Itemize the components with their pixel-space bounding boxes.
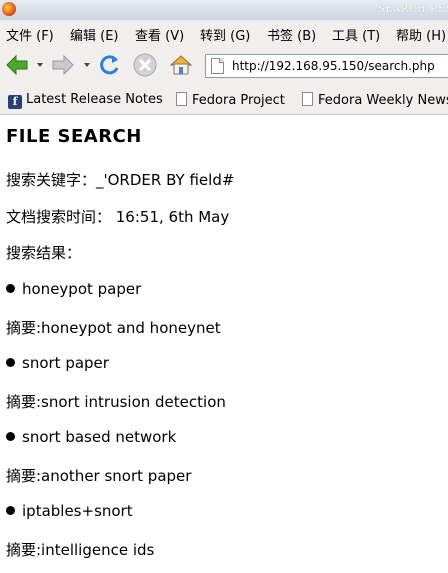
result-summary: 摘要:intelligence ids: [6, 541, 155, 559]
bookmark-label: Latest Release Notes: [26, 92, 163, 107]
menu-view[interactable]: 查看 (V): [135, 25, 184, 44]
bullet-icon: [6, 284, 15, 293]
url-bar[interactable]: http://192.168.95.150/search.php: [205, 54, 448, 78]
page-icon: [211, 58, 224, 74]
bullet-icon: [6, 358, 15, 367]
result-title: snort based network: [6, 428, 176, 446]
result-summary: 摘要:another snort paper: [6, 467, 192, 485]
result-title: honeypot paper: [6, 280, 141, 298]
back-dropdown-icon[interactable]: [37, 63, 43, 67]
window-title: SEARCH RES: [378, 4, 448, 15]
menu-bookmarks[interactable]: 书签 (B): [267, 25, 316, 44]
bookmark-label: Fedora Weekly News: [318, 93, 448, 108]
bookmarks-toolbar: f Latest Release Notes Fedora Project Fed…: [0, 86, 448, 115]
reload-icon[interactable]: [96, 52, 122, 78]
home-icon[interactable]: [168, 52, 194, 78]
bullet-icon: [6, 506, 15, 515]
results-label: 搜索结果：: [6, 244, 82, 262]
menu-tools[interactable]: 工具 (T): [332, 25, 380, 44]
bookmark-fedora-project[interactable]: Fedora Project: [176, 92, 285, 108]
menu-file[interactable]: 文件 (F): [6, 25, 54, 44]
menu-bar: 文件 (F) 编辑 (E) 查看 (V) 转到 (G) 书签 (B) 工具 (T…: [0, 20, 448, 46]
search-keyword-line: 搜索关键字：_'ORDER BY field#: [6, 171, 235, 189]
result-title: iptables+snort: [6, 502, 133, 520]
bookmark-label: Fedora Project: [192, 93, 285, 108]
page-icon: [176, 92, 187, 106]
title-bar: SEARCH RES: [0, 0, 448, 21]
result-summary: 摘要:snort intrusion detection: [6, 393, 226, 411]
menu-edit[interactable]: 编辑 (E): [70, 25, 119, 44]
firefox-icon: [2, 2, 16, 16]
menu-go[interactable]: 转到 (G): [200, 25, 250, 44]
search-time-line: 文档搜索时间： 16:51, 6th May: [6, 208, 230, 226]
page-heading: FILE SEARCH: [6, 126, 142, 147]
forward-arrow-icon[interactable]: [50, 52, 76, 78]
bookmark-fedora-weekly-news[interactable]: Fedora Weekly News: [302, 92, 448, 108]
forward-dropdown-icon[interactable]: [84, 63, 90, 67]
stop-icon[interactable]: [132, 52, 158, 78]
fedora-icon: f: [8, 95, 22, 109]
result-summary: 摘要:honeypot and honeynet: [6, 319, 221, 337]
result-title: snort paper: [6, 354, 109, 372]
bookmark-latest-release-notes[interactable]: f Latest Release Notes: [8, 92, 163, 109]
menu-help[interactable]: 帮助 (H): [396, 25, 446, 44]
page-icon: [302, 92, 313, 106]
back-arrow-icon[interactable]: [4, 52, 30, 78]
bullet-icon: [6, 432, 15, 441]
url-text[interactable]: http://192.168.95.150/search.php: [232, 59, 435, 73]
